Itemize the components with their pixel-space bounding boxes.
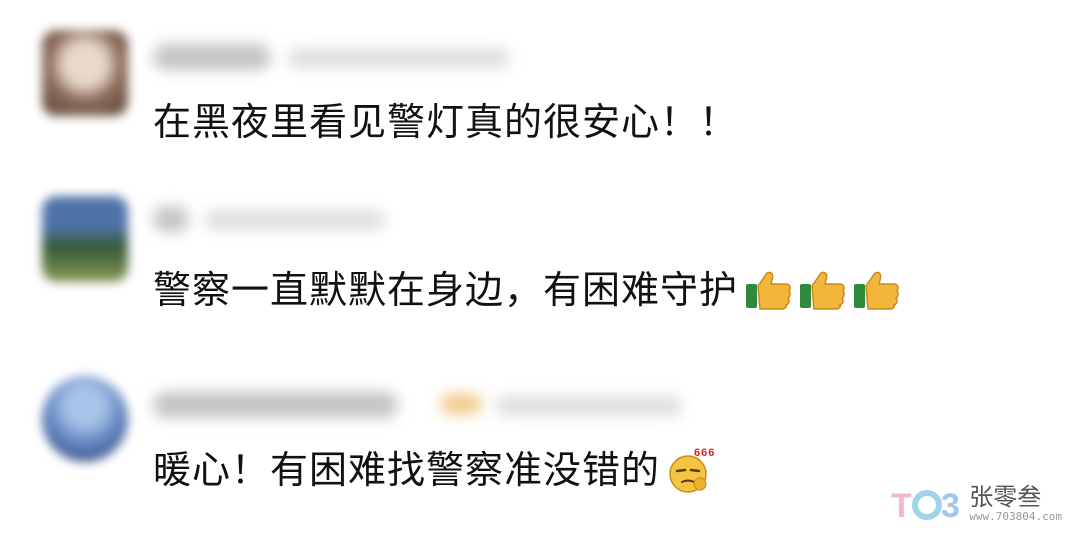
watermark-name: 张零叁 <box>969 483 1042 511</box>
666-label: 666 <box>694 447 714 459</box>
meta-blurred <box>496 396 682 416</box>
watermark-url: www.703804.com <box>969 510 1062 523</box>
username-blurred[interactable] <box>153 206 189 232</box>
comment-text: 警察一直默默在身边，有困难守护 <box>153 268 739 312</box>
emoji-blurred <box>440 394 482 414</box>
comment-text: 在黑夜里看见警灯真的很安心！！ <box>153 100 739 144</box>
watermark: T 3 张零叁 www.703804.com <box>891 484 1062 523</box>
meta-blurred <box>288 48 510 68</box>
avatar[interactable] <box>42 196 128 282</box>
avatar[interactable] <box>42 376 128 462</box>
thumbs-up-icon <box>800 271 845 310</box>
thumbs-up-icon <box>854 271 899 310</box>
watermark-logo-icon: T 3 <box>891 487 960 523</box>
comment-text: 暖心！有困难找警察准没错的 <box>153 448 661 492</box>
thumbs-up-icon <box>746 271 791 310</box>
666-thinking-face-icon: 666 <box>669 447 714 493</box>
svg-text:T: T <box>891 487 912 523</box>
meta-blurred <box>205 210 385 230</box>
svg-text:3: 3 <box>941 487 960 523</box>
username-blurred[interactable] <box>153 392 398 418</box>
username-blurred[interactable] <box>153 44 271 70</box>
avatar[interactable] <box>42 30 128 116</box>
